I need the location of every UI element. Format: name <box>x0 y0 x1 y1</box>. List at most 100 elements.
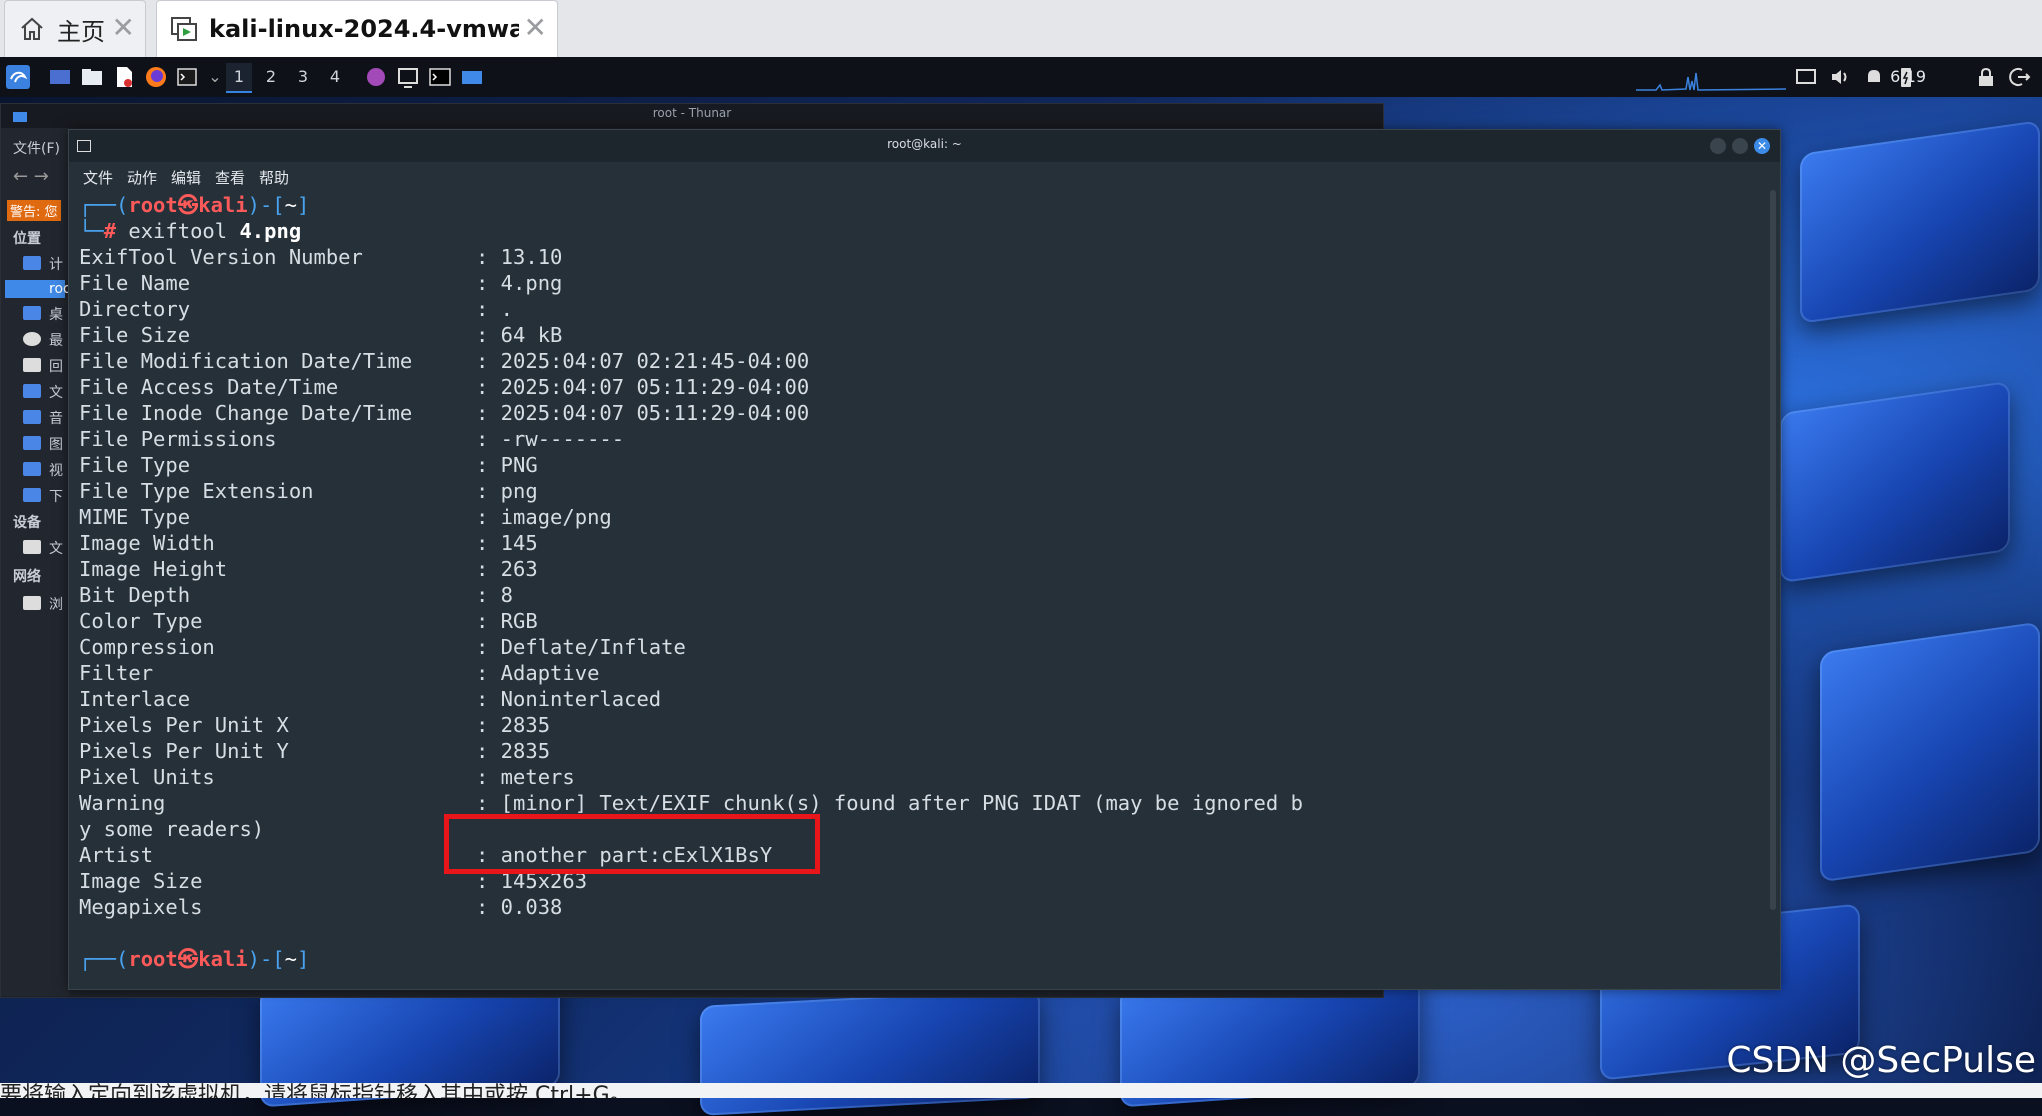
tab-home-close-icon[interactable]: ✕ <box>112 13 135 43</box>
thunar-warning-badge: 警告: 您 <box>7 200 61 221</box>
exif-value: : 64 kB <box>476 323 563 347</box>
tab-home[interactable]: 主页 ✕ <box>4 0 146 57</box>
status-hint: 要将输入定向到该虚拟机，请将鼠标指针移入其中或按 Ctrl+G。 <box>0 1083 632 1098</box>
thunar-titlebar[interactable]: root - Thunar <box>1 104 1383 128</box>
workspace-2[interactable]: 2 <box>258 63 284 91</box>
place-downloads[interactable]: 下 <box>49 486 63 506</box>
devices-header: 设备 <box>13 515 41 531</box>
menu-view[interactable]: 查看 <box>215 167 245 188</box>
exif-value: : Noninterlaced <box>476 687 662 711</box>
terminal-menubar: 文件 动作 编辑 查看 帮助 <box>69 162 1780 188</box>
exif-value: : 2835 <box>476 713 551 737</box>
menu-help[interactable]: 帮助 <box>259 167 289 188</box>
exif-tag: Pixels Per Unit X <box>79 713 289 737</box>
exif-value: : 0.038 <box>476 895 563 919</box>
kali-menu-icon[interactable] <box>6 65 30 89</box>
terminal-launcher-icon[interactable] <box>176 65 200 89</box>
exif-tag: Megapixels <box>79 895 203 919</box>
thunar-title: root - Thunar <box>652 106 732 120</box>
menu-actions[interactable]: 动作 <box>127 167 157 188</box>
terminal-window[interactable]: root@kali: ~ ✕ 文件 动作 编辑 查看 帮助 ┌──(root㉿k… <box>68 129 1781 990</box>
display-icon[interactable] <box>1794 65 1818 89</box>
task-thunar-icon[interactable] <box>460 65 484 89</box>
place-desktop[interactable]: 桌 <box>49 304 63 324</box>
exif-tag: File Size <box>79 323 191 347</box>
network-browse[interactable]: 浏 <box>49 594 63 614</box>
exif-tag: Bit Depth <box>79 583 191 607</box>
downloads-folder-icon <box>23 488 41 502</box>
exif-tag: Warning <box>79 791 166 815</box>
videos-folder-icon <box>23 462 41 476</box>
task-terminal-icon[interactable] <box>428 65 452 89</box>
exif-tag: Image Width <box>79 531 215 555</box>
exif-tag: Interlace <box>79 687 191 711</box>
terminal-scrollbar[interactable] <box>1770 190 1776 910</box>
exif-tag: Image Size <box>79 869 203 893</box>
exif-tag: File Access Date/Time <box>79 375 339 399</box>
place-recent[interactable]: 最 <box>49 330 63 350</box>
show-desktop-icon[interactable] <box>48 65 72 89</box>
place-computer[interactable]: 计 <box>49 254 63 274</box>
places-header: 位置 <box>13 231 41 247</box>
exif-value: : 4.png <box>476 271 563 295</box>
exif-value: : 145 <box>476 531 538 555</box>
trash-icon <box>23 358 41 372</box>
exif-tag: Artist <box>79 843 154 867</box>
vmware-tabstrip: 主页 ✕ kali-linux-2024.4-vmware-... ✕ <box>0 0 2042 57</box>
place-pictures[interactable]: 图 <box>49 434 63 454</box>
exif-value: : 2025:04:07 02:21:45-04:00 <box>476 349 810 373</box>
xfce-top-panel: ⌄ 1 2 3 4 6:19 <box>0 57 2042 97</box>
exif-value: : 13.10 <box>476 245 563 269</box>
tab-vm[interactable]: kali-linux-2024.4-vmware-... ✕ <box>156 0 558 57</box>
menu-edit[interactable]: 编辑 <box>171 167 201 188</box>
workspace-3[interactable]: 3 <box>290 63 316 91</box>
exif-value: : -rw------- <box>476 427 625 451</box>
workspace-1[interactable]: 1 <box>226 63 252 93</box>
task-window-icon[interactable] <box>396 65 420 89</box>
device-filesystem[interactable]: 文 <box>49 538 63 558</box>
csdn-watermark: CSDN @SecPulse <box>1726 1040 2036 1081</box>
exif-value: : 2835 <box>476 739 551 763</box>
firefox-icon[interactable] <box>144 65 168 89</box>
back-arrow-icon[interactable]: ← → <box>13 166 49 187</box>
cpu-graph <box>1636 72 1786 91</box>
text-editor-icon[interactable] <box>112 65 136 89</box>
exif-tag: File Name <box>79 271 191 295</box>
minimize-button[interactable] <box>1710 138 1726 154</box>
launcher-dropdown-icon[interactable]: ⌄ <box>202 63 228 91</box>
exif-tag: Filter <box>79 661 154 685</box>
notification-bell-icon[interactable] <box>1862 65 1886 89</box>
logout-icon[interactable] <box>2008 65 2032 89</box>
computer-icon <box>23 256 41 270</box>
prompt-line-final: ┌──(root㉿kali)-[~] <box>79 947 310 971</box>
place-music[interactable]: 音 <box>49 408 63 428</box>
workspace-4[interactable]: 4 <box>322 63 348 91</box>
thunar-menu-file[interactable]: 文件(F) <box>13 138 60 158</box>
place-trash[interactable]: 回 <box>49 356 63 376</box>
maximize-button[interactable] <box>1732 138 1748 154</box>
exif-tag: Directory <box>79 297 191 321</box>
place-documents[interactable]: 文 <box>49 382 63 402</box>
exif-value: : . <box>476 297 514 321</box>
documents-folder-icon <box>23 384 41 398</box>
close-button[interactable]: ✕ <box>1754 138 1770 154</box>
terminal-titlebar[interactable]: root@kali: ~ ✕ <box>69 130 1780 162</box>
tab-vm-close-icon[interactable]: ✕ <box>524 13 547 43</box>
vm-icon <box>169 14 199 44</box>
exif-tag: y some readers) <box>79 817 265 841</box>
network-icon <box>23 596 41 610</box>
exif-value: : Deflate/Inflate <box>476 635 686 659</box>
terminal-output[interactable]: ┌──(root㉿kali)-[~] └─# exiftool 4.png Ex… <box>79 192 1759 982</box>
exif-tag: File Permissions <box>79 427 277 451</box>
place-videos[interactable]: 视 <box>49 460 63 480</box>
exif-tag: Color Type <box>79 609 203 633</box>
terminal-title: root@kali: ~ <box>887 137 962 151</box>
volume-icon[interactable] <box>1828 65 1852 89</box>
menu-file[interactable]: 文件 <box>83 167 113 188</box>
file-manager-icon[interactable] <box>80 65 104 89</box>
exif-tag: File Type <box>79 453 191 477</box>
lock-screen-icon[interactable] <box>1974 65 1998 89</box>
task-firefox-icon[interactable] <box>364 65 388 89</box>
place-root[interactable]: roo <box>5 280 72 298</box>
panel-clock[interactable]: 6:19 <box>1890 63 1926 91</box>
